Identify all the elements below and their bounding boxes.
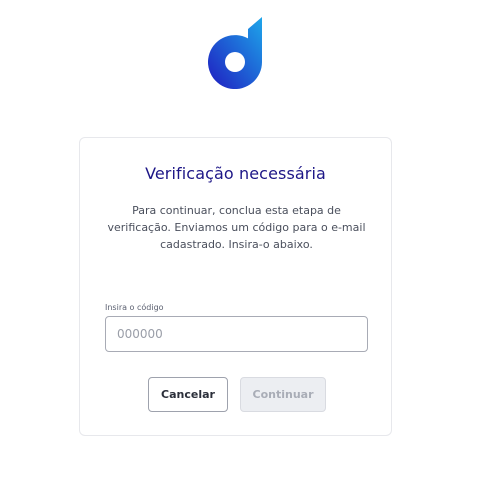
code-field-label: Insira o código <box>105 303 164 312</box>
code-input[interactable] <box>105 316 368 352</box>
card-title: Verificação necessária <box>145 164 326 183</box>
verification-page: Verificação necessária Para continuar, c… <box>0 0 483 504</box>
continue-button[interactable]: Continuar <box>240 377 326 412</box>
card-description: Para continuar, conclua esta etapa de ve… <box>107 204 366 251</box>
verification-card: Verificação necessária Para continuar, c… <box>79 137 392 436</box>
d-logo-icon <box>208 17 262 89</box>
cancel-button[interactable]: Cancelar <box>148 377 228 412</box>
